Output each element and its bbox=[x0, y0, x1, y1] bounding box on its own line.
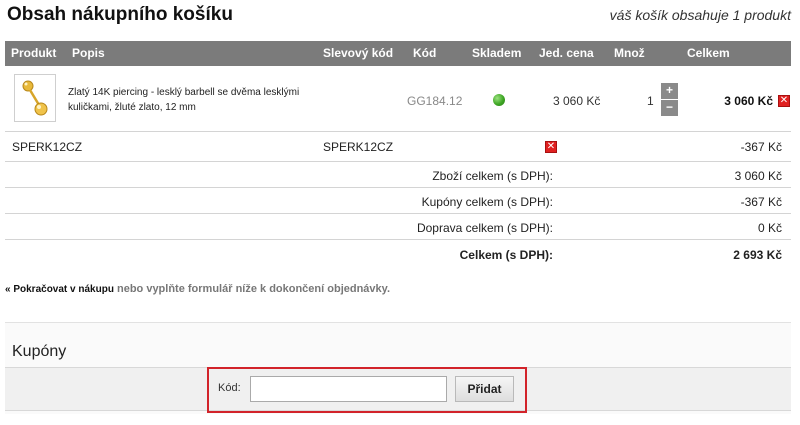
summary-value: 0 Kč bbox=[757, 221, 782, 235]
continue-shopping-line: « Pokračovat v nákupu nebo vyplňte formu… bbox=[5, 283, 390, 295]
header-celkem: Celkem bbox=[687, 46, 730, 60]
barbell-icon bbox=[22, 80, 48, 116]
header-produkt: Produkt bbox=[11, 46, 57, 60]
quantity-decrease-button[interactable]: − bbox=[661, 100, 678, 116]
summary-total-row: Celkem (s DPH): 2 693 Kč bbox=[5, 241, 791, 267]
coupon-form: Kód: Přidat bbox=[5, 367, 791, 413]
quantity-value: 1 bbox=[647, 94, 654, 108]
summary-total-value: 2 693 Kč bbox=[733, 248, 782, 262]
header-skladem: Skladem bbox=[472, 46, 522, 60]
summary-value: -367 Kč bbox=[740, 195, 782, 209]
header-popis: Popis bbox=[72, 46, 105, 60]
coupon-heading: Kupóny bbox=[12, 343, 67, 360]
coupon-section: Kupóny Kód: Přidat bbox=[5, 322, 791, 414]
summary-value: 3 060 Kč bbox=[734, 169, 782, 183]
cart-count-text: váš košík obsahuje 1 produkt bbox=[609, 7, 791, 23]
summary-goods-row: Zboží celkem (s DPH): 3 060 Kč bbox=[5, 162, 791, 188]
continue-instruction-text: nebo vyplňte formulář níže k dokončení o… bbox=[113, 283, 391, 295]
summary-total-label: Celkem (s DPH): bbox=[459, 248, 553, 262]
continue-shopping-link[interactable]: « Pokračovat v nákupu bbox=[5, 284, 114, 295]
page-title: Obsah nákupního košíku bbox=[7, 4, 233, 25]
remove-product-icon[interactable]: ✕ bbox=[778, 95, 790, 107]
coupon-code-input[interactable] bbox=[250, 376, 447, 402]
add-coupon-button[interactable]: Přidat bbox=[455, 376, 514, 402]
in-stock-icon bbox=[493, 94, 505, 106]
product-description[interactable]: Zlatý 14K piercing - lesklý barbell se d… bbox=[68, 85, 333, 115]
cart-product-row: Zlatý 14K piercing - lesklý barbell se d… bbox=[5, 66, 791, 132]
header-slevovy-kod: Slevový kód bbox=[323, 46, 394, 60]
unit-price: 3 060 Kč bbox=[553, 94, 601, 108]
remove-coupon-icon[interactable]: ✕ bbox=[545, 141, 557, 153]
coupon-code: SPERK12CZ bbox=[323, 140, 394, 154]
product-code: GG184.12 bbox=[407, 94, 463, 108]
product-thumbnail[interactable] bbox=[14, 74, 56, 122]
header-kod: Kód bbox=[413, 46, 437, 60]
summary-label: Doprava celkem (s DPH): bbox=[416, 221, 553, 235]
coupon-amount: -367 Kč bbox=[740, 140, 782, 154]
summary-label: Zboží celkem (s DPH): bbox=[432, 169, 553, 183]
quantity-increase-button[interactable]: + bbox=[661, 83, 678, 99]
cart-table-header: Produkt Popis Slevový kód Kód Skladem Je… bbox=[5, 41, 791, 66]
coupon-highlight-frame: Kód: Přidat bbox=[207, 367, 527, 413]
summary-shipping-row: Doprava celkem (s DPH): 0 Kč bbox=[5, 214, 791, 240]
coupon-code-label: Kód: bbox=[218, 382, 241, 394]
coupon-name: SPERK12CZ bbox=[12, 140, 83, 154]
applied-coupon-row: SPERK12CZ SPERK12CZ ✕ -367 Kč bbox=[5, 132, 791, 162]
header-jed-cena: Jed. cena bbox=[539, 46, 594, 60]
product-line-total: 3 060 Kč bbox=[724, 94, 773, 108]
summary-coupons-row: Kupóny celkem (s DPH): -367 Kč bbox=[5, 188, 791, 214]
header-mnoz: Množ bbox=[614, 46, 645, 60]
summary-label: Kupóny celkem (s DPH): bbox=[421, 195, 553, 209]
